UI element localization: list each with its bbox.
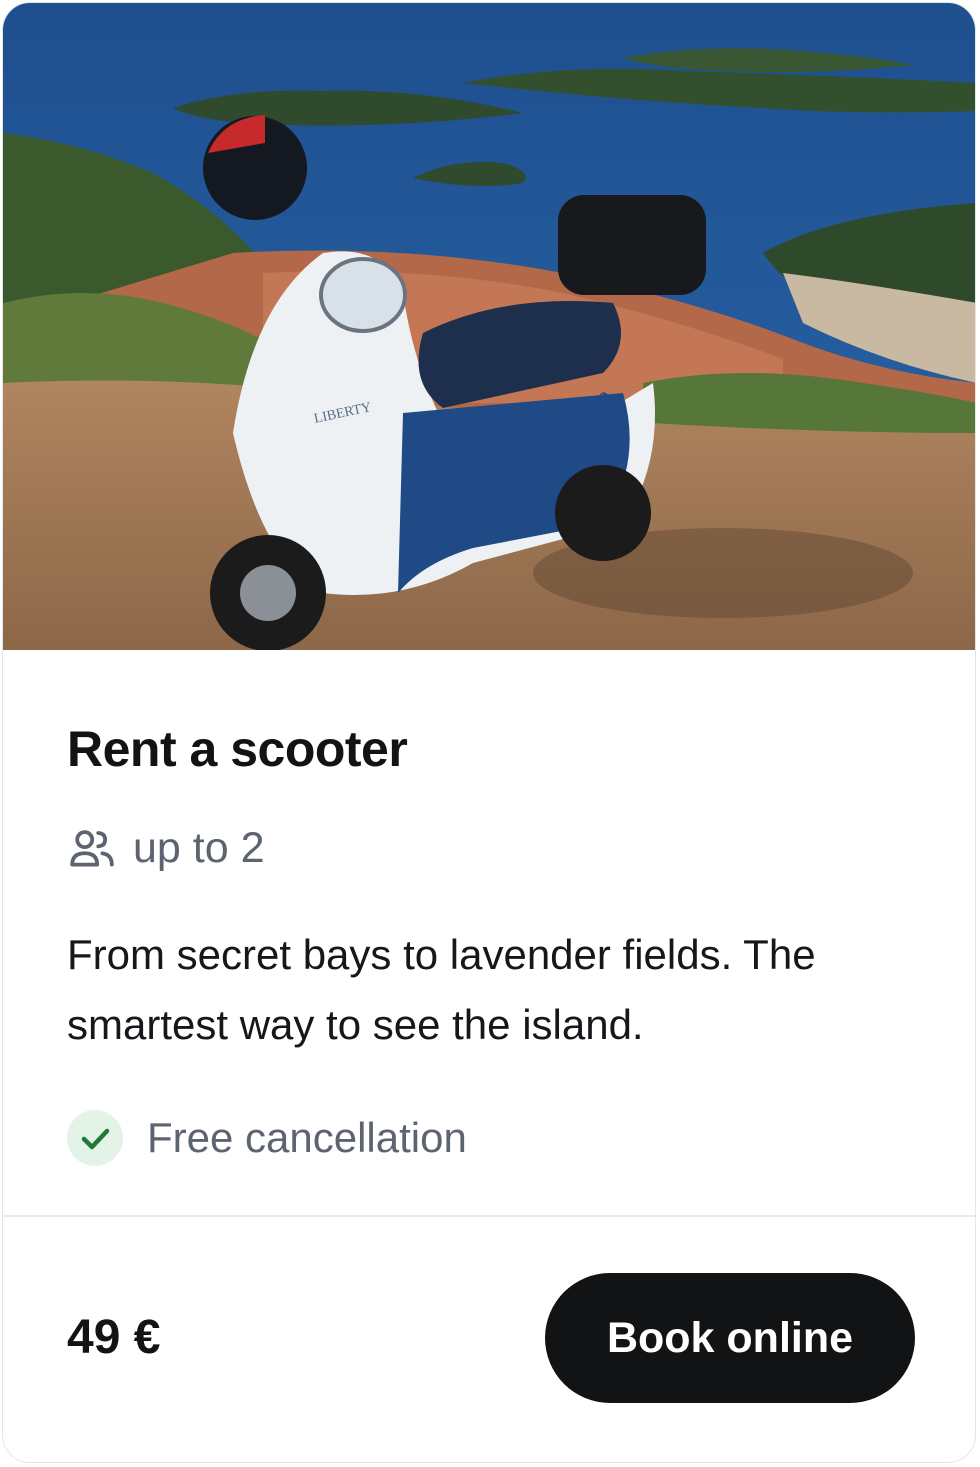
check-circle-icon [67, 1110, 123, 1166]
guest-capacity-text: up to 2 [133, 823, 265, 872]
guest-capacity: up to 2 [67, 818, 265, 878]
price: 49 € [67, 1311, 161, 1364]
scooter-photo-illustration: LIBERTY L·B·R·Y#50 [3, 3, 975, 650]
product-card: LIBERTY L·B·R·Y#50 Rent a scooter up to … [2, 2, 976, 1463]
feature-free-cancellation: Free cancellation [67, 1110, 467, 1166]
card-title: Rent a scooter [67, 721, 408, 777]
card-description: From secret bays to lavender fields. The… [67, 931, 816, 1048]
feature-text: Free cancellation [147, 1114, 467, 1161]
users-icon [70, 830, 114, 867]
divider [3, 1215, 975, 1217]
scooter-photo: LIBERTY L·B·R·Y#50 [3, 3, 975, 650]
book-online-button[interactable]: Book online [545, 1273, 915, 1403]
